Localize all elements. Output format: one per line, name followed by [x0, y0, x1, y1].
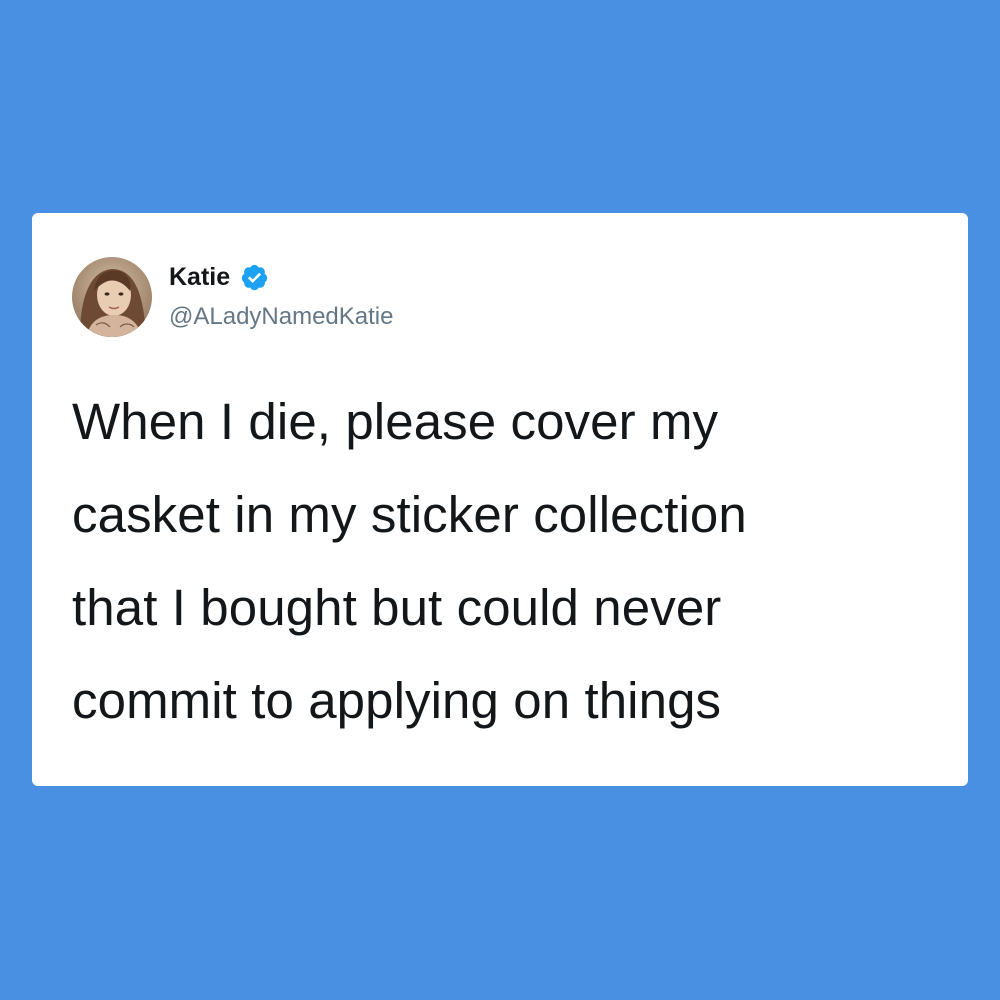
tweet-text-line: commit to applying on things — [72, 672, 722, 729]
name-row: Katie — [169, 259, 393, 295]
tweet-header: Katie @ALadyNamedKatie — [72, 257, 393, 337]
avatar[interactable] — [72, 257, 152, 337]
tweet-text-line: When I die, please cover my — [72, 393, 719, 450]
tweet-text: When I die, please cover my casket in my… — [72, 375, 932, 747]
tweet-text-line: that I bought but could never — [72, 579, 722, 636]
user-block: Katie @ALadyNamedKatie — [169, 257, 393, 337]
display-name[interactable]: Katie — [169, 262, 230, 292]
avatar-photo-icon — [72, 257, 152, 337]
verified-badge-icon — [240, 263, 269, 292]
tweet-card: Katie @ALadyNamedKatie When I die, pleas… — [32, 213, 968, 786]
tweet-text-line: casket in my sticker collection — [72, 486, 747, 543]
user-handle[interactable]: @ALadyNamedKatie — [169, 303, 393, 331]
